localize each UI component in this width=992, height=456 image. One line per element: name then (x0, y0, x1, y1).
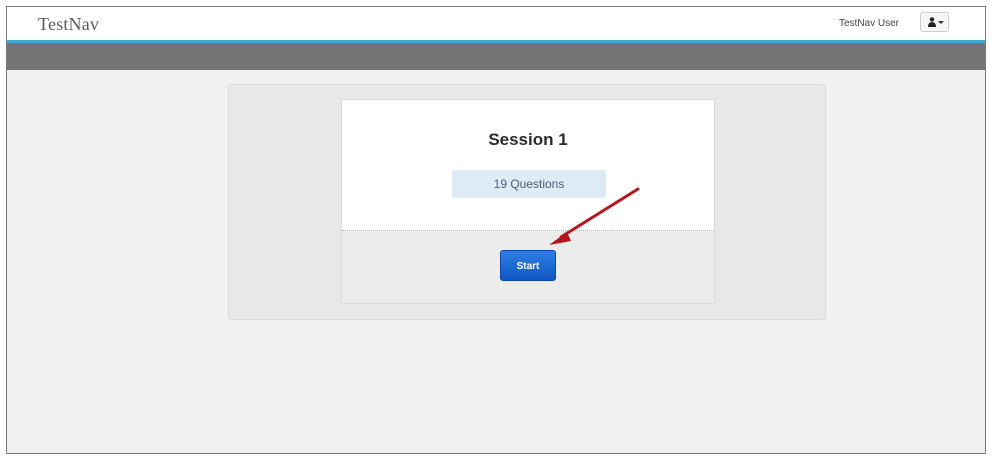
user-menu-button[interactable] (920, 12, 949, 32)
chevron-down-icon (938, 21, 944, 24)
testnav-window: TestNav TestNav User Session 1 19 Questi… (6, 6, 986, 454)
testnav-logo: TestNav (38, 14, 100, 34)
user-name: TestNav User (839, 18, 900, 29)
secondary-toolbar (7, 43, 985, 70)
session-card-header: Session 1 19 Questions (342, 100, 714, 231)
person-icon (928, 17, 936, 27)
session-title: Session 1 (488, 130, 568, 149)
session-card: Session 1 19 Questions Start (341, 99, 715, 304)
annotation-arrow-icon (549, 187, 640, 245)
top-navigation-bar: TestNav TestNav User (7, 7, 985, 43)
